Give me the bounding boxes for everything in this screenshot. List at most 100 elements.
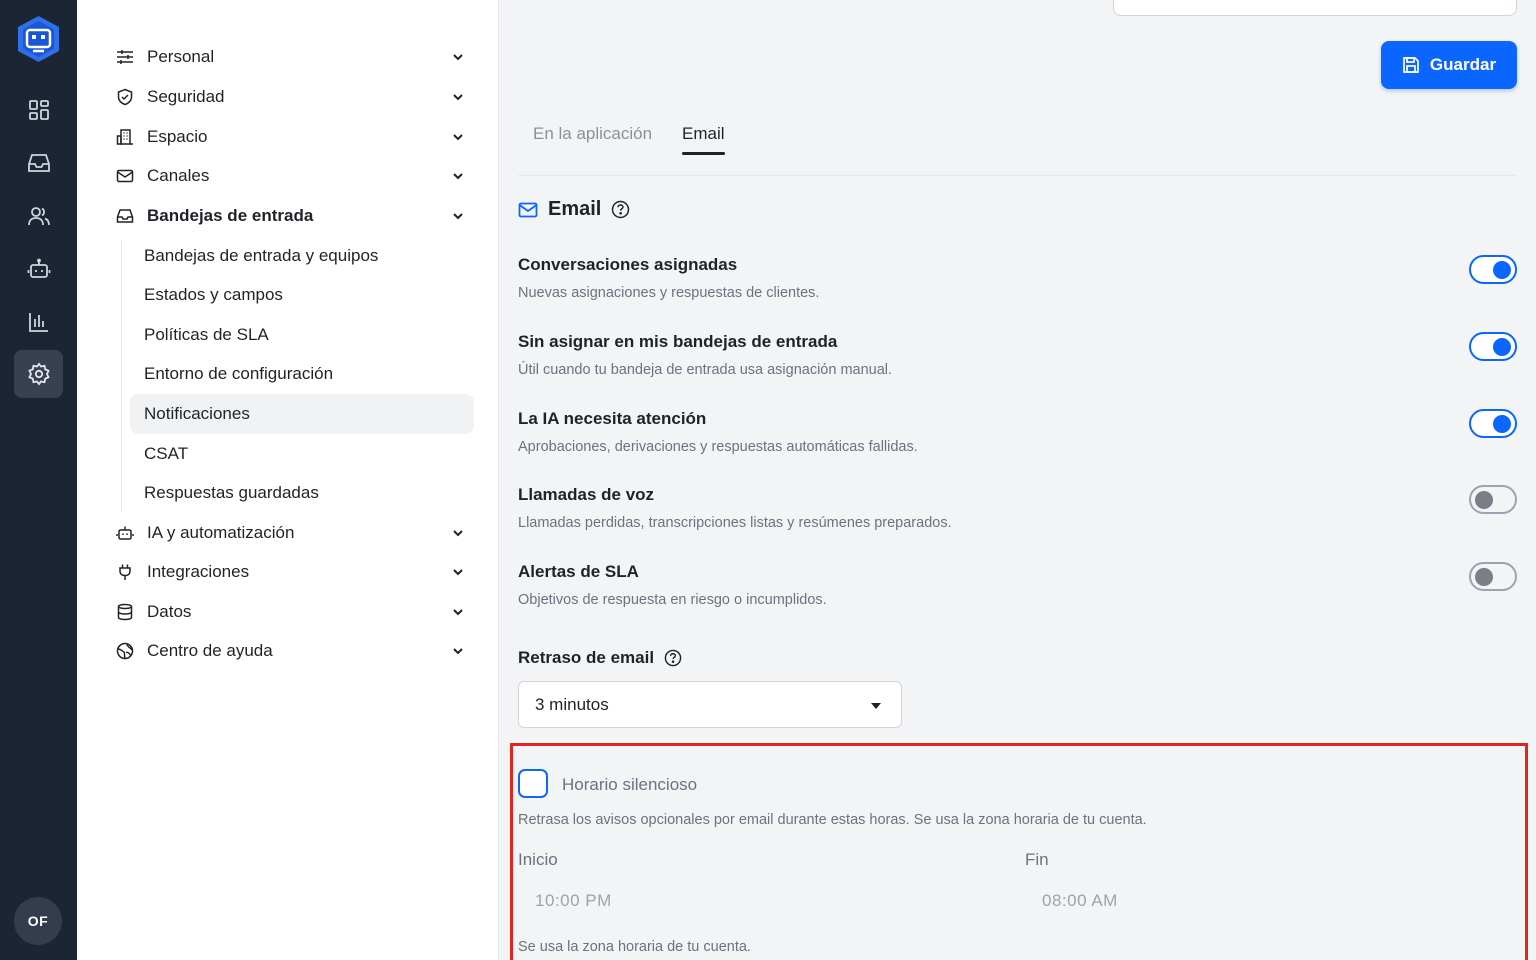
- option-llamadas-voz: Llamadas de voz Llamadas perdidas, trans…: [518, 485, 1517, 555]
- bot-icon[interactable]: [14, 245, 63, 293]
- subnav-item[interactable]: Estados y campos: [130, 275, 474, 315]
- chevron-down-icon[interactable]: [450, 89, 466, 105]
- inbox-icon: [115, 206, 135, 226]
- plug-icon: [115, 562, 135, 582]
- subnav-item[interactable]: Bandejas de entrada y equipos: [130, 236, 474, 276]
- subnav-item[interactable]: CSAT: [130, 434, 474, 474]
- option-title: Llamadas de voz: [518, 485, 655, 504]
- search-input[interactable]: [1113, 0, 1517, 16]
- chevron-down-icon[interactable]: [450, 643, 466, 659]
- nav-item-label: Canales: [147, 166, 210, 185]
- start-time-input[interactable]: 10:00 PM: [535, 891, 612, 911]
- help-icon[interactable]: [611, 200, 630, 219]
- app-rail: OF: [0, 0, 77, 960]
- option-alertas-sla: Alertas de SLA Objetivos de respuesta en…: [518, 562, 1517, 632]
- toggle-knob: [1493, 261, 1511, 279]
- nav-item-canales[interactable]: Canales: [115, 156, 465, 196]
- delay-select[interactable]: 3 minutos: [518, 681, 902, 728]
- contacts-icon[interactable]: [14, 192, 63, 240]
- option-ia-atencion: La IA necesita atención Aprobaciones, de…: [518, 409, 1517, 479]
- nav-item-label: Seguridad: [147, 87, 225, 106]
- avatar[interactable]: OF: [14, 897, 62, 945]
- chevron-down-icon[interactable]: [450, 208, 466, 224]
- toggle-switch[interactable]: [1469, 485, 1517, 514]
- chevron-down-icon[interactable]: [450, 49, 466, 65]
- database-icon: [115, 602, 135, 622]
- save-button-label: Guardar: [1429, 55, 1497, 74]
- option-title: Sin asignar en mis bandejas de entrada: [518, 332, 838, 351]
- reports-icon[interactable]: [14, 298, 63, 346]
- nav-item-seguridad[interactable]: Seguridad: [115, 77, 465, 117]
- tab-en-la-aplicacion[interactable]: En la aplicación: [533, 124, 652, 144]
- tab-bar: En la aplicación Email: [518, 112, 1517, 176]
- option-sin-asignar: Sin asignar en mis bandejas de entrada Ú…: [518, 332, 1517, 402]
- nav-item-label: Centro de ayuda: [147, 641, 273, 660]
- toggle-switch[interactable]: [1469, 255, 1517, 284]
- option-title: Alertas de SLA: [518, 562, 639, 581]
- timezone-note: Se usa la zona horaria de tu cuenta.: [518, 939, 751, 955]
- save-icon: [1403, 57, 1419, 73]
- toggle-knob: [1475, 568, 1493, 586]
- option-description: Objetivos de respuesta en riesgo o incum…: [518, 592, 827, 608]
- subnav-item-active[interactable]: Notificaciones: [130, 394, 474, 434]
- toggle-switch[interactable]: [1469, 332, 1517, 361]
- help-icon[interactable]: [664, 649, 682, 667]
- main-content: Guardar En la aplicación Email Email Con…: [499, 0, 1536, 960]
- option-title: Conversaciones asignadas: [518, 255, 738, 274]
- chevron-down-icon[interactable]: [450, 525, 466, 541]
- section-header: Email: [518, 198, 630, 221]
- delay-label: Retraso de email: [518, 648, 682, 668]
- start-label: Inicio: [518, 850, 558, 869]
- nav-item-label: Datos: [147, 602, 192, 621]
- nav-item-centro-ayuda[interactable]: Centro de ayuda: [115, 631, 465, 671]
- subnav-item[interactable]: Respuestas guardadas: [130, 473, 474, 513]
- mail-icon: [115, 166, 135, 186]
- option-title: La IA necesita atención: [518, 409, 707, 428]
- option-description: Llamadas perdidas, transcripciones lista…: [518, 515, 952, 531]
- section-title: Email: [548, 198, 602, 220]
- nav-item-label: Personal: [147, 47, 215, 66]
- chevron-down-icon[interactable]: [450, 168, 466, 184]
- mail-icon: [518, 202, 538, 217]
- toggle-switch[interactable]: [1469, 409, 1517, 438]
- chevron-down-icon[interactable]: [450, 564, 466, 580]
- nav-item-ia[interactable]: IA y automatización: [115, 513, 465, 553]
- nav-item-label: IA y automatización: [147, 523, 295, 542]
- save-button[interactable]: Guardar: [1381, 41, 1517, 89]
- nav-item-espacio[interactable]: Espacio: [115, 117, 465, 157]
- subnav-item[interactable]: Políticas de SLA: [130, 315, 474, 355]
- nav-item-integraciones[interactable]: Integraciones: [115, 552, 465, 592]
- toggle-knob: [1493, 415, 1511, 433]
- nav-item-label: Bandejas de entrada: [147, 206, 314, 225]
- end-time-input[interactable]: 08:00 AM: [1042, 891, 1118, 911]
- submenu-guide: [121, 240, 122, 512]
- shield-icon: [115, 87, 135, 107]
- delay-select-value: 3 minutos: [535, 694, 609, 714]
- sliders-icon: [115, 47, 135, 67]
- option-description: Aprobaciones, derivaciones y respuestas …: [518, 439, 918, 455]
- quiet-hours-description: Retrasa los avisos opcionales por email …: [518, 812, 1147, 828]
- nav-item-datos[interactable]: Datos: [115, 592, 465, 632]
- dashboard-icon[interactable]: [14, 86, 63, 134]
- tab-email[interactable]: Email: [682, 124, 725, 155]
- nav-item-bandejas[interactable]: Bandejas de entrada: [115, 196, 465, 236]
- quiet-hours-checkbox[interactable]: [518, 769, 548, 798]
- quiet-hours-title: Horario silencioso: [562, 775, 698, 794]
- chevron-down-icon[interactable]: [450, 129, 466, 145]
- nav-item-label: Espacio: [147, 127, 208, 146]
- nav-item-personal[interactable]: Personal: [115, 37, 465, 77]
- toggle-switch[interactable]: [1469, 562, 1517, 591]
- option-conversaciones-asignadas: Conversaciones asignadas Nuevas asignaci…: [518, 255, 1517, 325]
- settings-icon[interactable]: [14, 350, 63, 398]
- option-description: Útil cuando tu bandeja de entrada usa as…: [518, 362, 893, 378]
- end-label: Fin: [1025, 850, 1049, 869]
- logo-icon[interactable]: [15, 14, 62, 64]
- bot-icon: [115, 523, 135, 543]
- toggle-knob: [1493, 338, 1511, 356]
- inbox-icon[interactable]: [14, 139, 63, 187]
- subnav-item[interactable]: Entorno de configuración: [130, 354, 474, 394]
- building-icon: [115, 127, 135, 147]
- chevron-down-icon[interactable]: [450, 604, 466, 620]
- quiet-hours-panel: Horario silencioso Retrasa los avisos op…: [510, 743, 1528, 960]
- caret-down-icon: [871, 703, 881, 709]
